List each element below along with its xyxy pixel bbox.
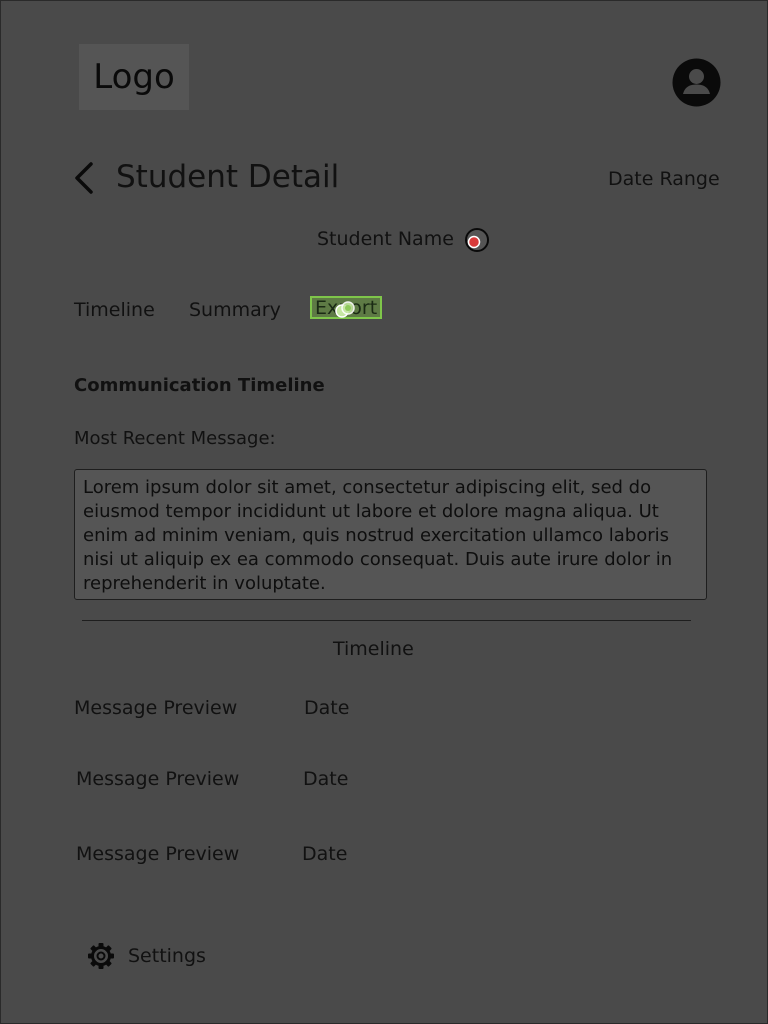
message-preview[interactable]: Message Preview (76, 767, 239, 791)
section-title: Communication Timeline (74, 375, 325, 396)
tab-summary[interactable]: Summary (189, 298, 281, 322)
app-frame: Logo Student Detail Date Range Student N… (0, 0, 768, 1024)
settings-link[interactable]: Settings (128, 944, 206, 968)
recent-message-text: Lorem ipsum dolor sit amet, consectetur … (74, 469, 707, 600)
page-title: Student Detail (116, 159, 340, 195)
message-date: Date (302, 843, 348, 865)
chevron-left-icon (75, 162, 93, 194)
divider (82, 620, 691, 621)
tab-timeline[interactable]: Timeline (74, 298, 155, 322)
message-date: Date (303, 768, 349, 790)
cursor-click-icon (332, 298, 360, 320)
logo[interactable]: Logo (79, 44, 189, 110)
message-date: Date (304, 697, 350, 719)
radio-indicator-icon[interactable] (464, 228, 490, 252)
date-range-button[interactable]: Date Range (608, 167, 720, 191)
recent-message-label: Most Recent Message: (74, 428, 276, 449)
message-preview[interactable]: Message Preview (74, 696, 237, 720)
student-name: Student Name (317, 228, 454, 250)
user-avatar-icon[interactable] (672, 58, 721, 107)
gear-icon[interactable] (87, 942, 115, 970)
message-preview[interactable]: Message Preview (76, 842, 239, 866)
back-button[interactable] (71, 160, 99, 196)
timeline-heading: Timeline (333, 638, 414, 660)
